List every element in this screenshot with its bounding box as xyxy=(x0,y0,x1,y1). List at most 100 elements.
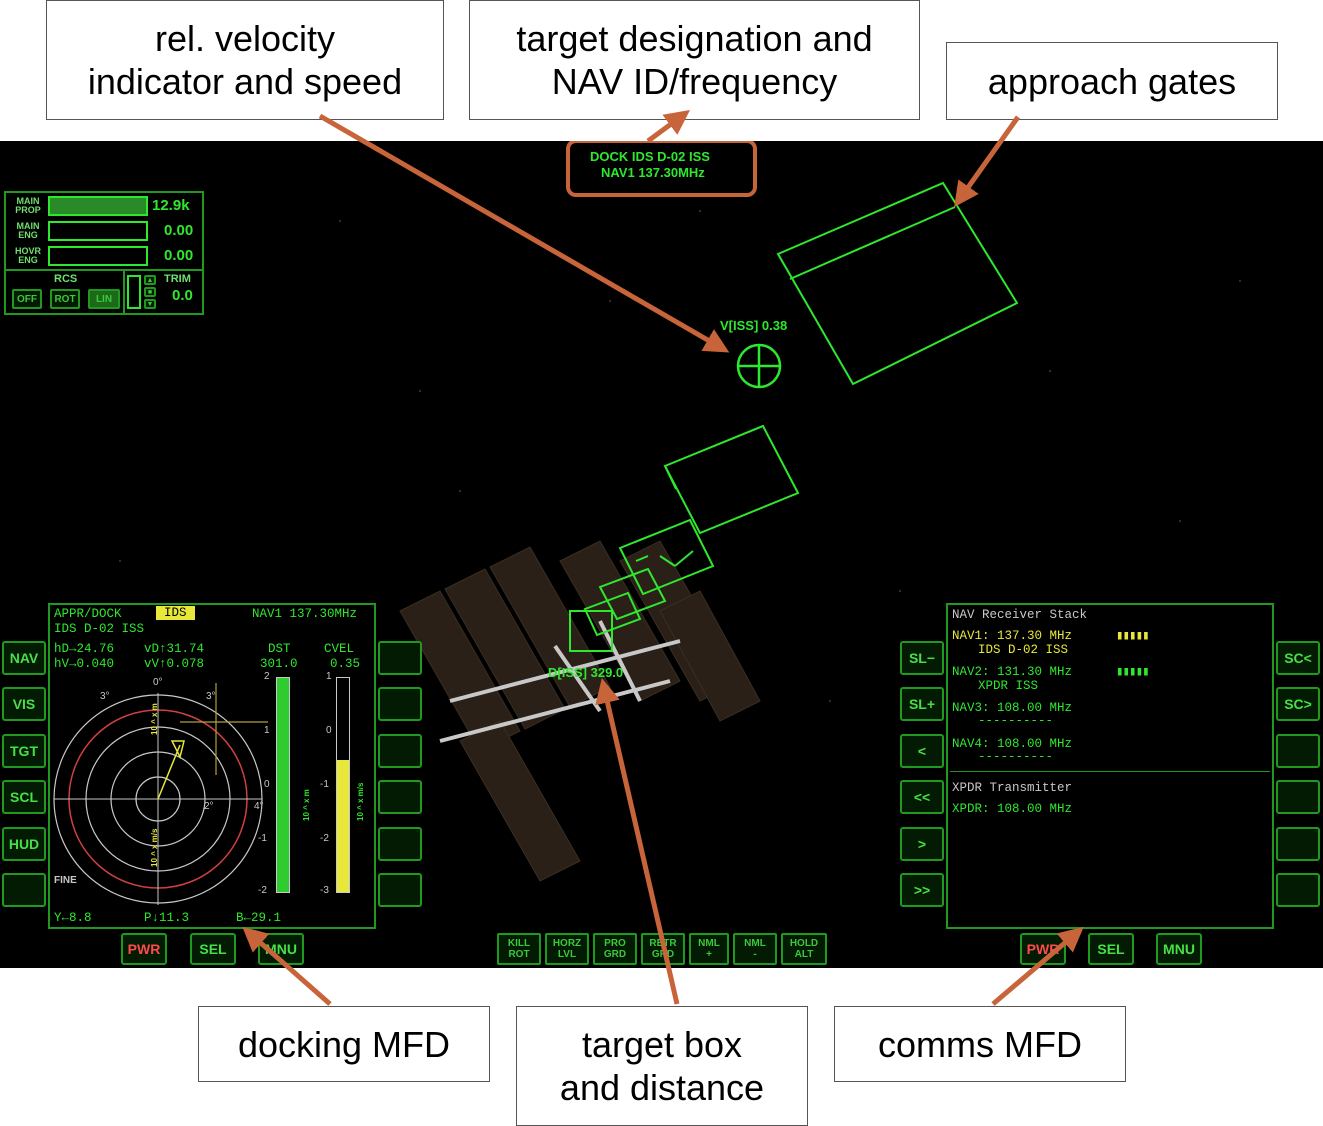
rcs-divider xyxy=(6,269,202,271)
comms-nav1-signal-icon: ▮▮▮▮▮ xyxy=(1116,629,1150,643)
callout-target-designation: target designation and NAV ID/frequency xyxy=(469,0,920,120)
target-designation-line2: NAV1 137.30MHz xyxy=(601,165,705,180)
deg-3-label-left: 3° xyxy=(100,691,110,702)
docking-pwr-button[interactable]: PWR xyxy=(121,933,167,965)
rcs-lin-button[interactable]: LIN xyxy=(88,289,120,309)
docking-mnu-button[interactable]: MNU xyxy=(258,933,304,965)
comms-nav4: NAV4: 108.00 MHz xyxy=(952,737,1073,751)
hovr-eng-value: 0.00 xyxy=(164,247,194,264)
ap-prograde-button[interactable]: PRO GRD xyxy=(593,933,637,965)
callout-rel-velocity: rel. velocity indicator and speed xyxy=(46,0,444,120)
callout-approach-gates: approach gates xyxy=(946,42,1278,120)
dst-gauge xyxy=(276,677,290,893)
comms-divider xyxy=(950,771,1270,772)
callout-comms-mfd: comms MFD xyxy=(834,1006,1126,1082)
dst-tick: 0 xyxy=(264,779,270,790)
comms-right-button-4[interactable] xyxy=(1276,780,1320,814)
hovr-eng-gauge xyxy=(48,246,148,266)
rcs-label: RCS xyxy=(54,273,78,285)
yaw-value: Y←8.8 xyxy=(54,911,92,925)
cvel-axis-unit: 10 ^ x m/s xyxy=(356,782,365,821)
ap-normal-plus-button[interactable]: NML + xyxy=(689,933,729,965)
ap-retrograde-button[interactable]: RETR GRD xyxy=(641,933,685,965)
rcs-off-button[interactable]: OFF xyxy=(12,289,42,309)
main-eng-value: 0.00 xyxy=(164,222,194,239)
mfd-right-button-6[interactable] xyxy=(378,873,422,907)
callout-target-box: target box and distance xyxy=(516,1006,808,1126)
engine-panel: MAIN PROP 12.9k MAIN ENG 0.00 HOVR ENG 0… xyxy=(4,191,204,315)
trim-up-button[interactable]: ▲ xyxy=(144,275,156,285)
main-eng-label: MAIN ENG xyxy=(16,221,40,240)
dst-tick: -1 xyxy=(258,833,267,844)
comms-next-fast-button[interactable]: >> xyxy=(900,873,944,907)
rcs-rot-button[interactable]: ROT xyxy=(50,289,80,309)
deg-0-label: 0° xyxy=(153,677,163,688)
ap-normal-minus-button[interactable]: NML - xyxy=(733,933,777,965)
mfd-hud-button[interactable]: HUD xyxy=(2,827,46,861)
mfd-right-button-2[interactable] xyxy=(378,687,422,721)
mfd-nav-button[interactable]: NAV xyxy=(2,641,46,675)
mfd-right-button-1[interactable] xyxy=(378,641,422,675)
comms-sl-plus-button[interactable]: SL+ xyxy=(900,687,944,721)
comms-right-button-5[interactable] xyxy=(1276,827,1320,861)
trim-label: TRIM xyxy=(164,273,191,285)
comms-nav3: NAV3: 108.00 MHz xyxy=(952,701,1073,715)
cvel-ticks: 1 0 -1 -2 -3 xyxy=(320,671,336,901)
mfd-right-button-5[interactable] xyxy=(378,827,422,861)
comms-nav2: NAV2: 131.30 MHz xyxy=(952,665,1073,679)
ap-kill-rot-button[interactable]: KILL ROT xyxy=(497,933,541,965)
main-prop-fill xyxy=(50,198,146,214)
ap-horz-lvl-button[interactable]: HORZ LVL xyxy=(545,933,589,965)
mfd-tgt-button[interactable]: TGT xyxy=(2,734,46,768)
trim-mid-button[interactable]: ■ xyxy=(144,287,156,297)
axis-unit-ms: 10 ^ x m/s xyxy=(150,828,159,867)
deg-3-label-right: 3° xyxy=(206,691,216,702)
cvel-gauge xyxy=(336,677,350,893)
dst-ticks: 2 1 0 -1 -2 xyxy=(258,671,276,901)
comms-sl-minus-button[interactable]: SL− xyxy=(900,641,944,675)
comms-nav4-id: ---------- xyxy=(978,750,1054,764)
comms-next-button[interactable]: > xyxy=(900,827,944,861)
docking-mfd: APPR/DOCK IDS NAV1 137.30MHz IDS D-02 IS… xyxy=(48,603,376,929)
mfd-right-button-3[interactable] xyxy=(378,734,422,768)
comms-title: NAV Receiver Stack xyxy=(952,608,1088,622)
mfd-right-button-4[interactable] xyxy=(378,780,422,814)
hovr-eng-label: HOVR ENG xyxy=(14,246,41,265)
deg-2-label: 2° xyxy=(204,801,214,812)
velocity-marker-icon xyxy=(736,343,782,389)
cvel-tick: -1 xyxy=(320,779,329,790)
main-prop-value: 12.9k xyxy=(152,197,190,214)
dst-gauge-fill xyxy=(277,678,289,892)
comms-xpdr: XPDR: 108.00 MHz xyxy=(952,802,1073,816)
comms-right-button-3[interactable] xyxy=(1276,734,1320,768)
simulator-screen: DOCK IDS D-02 ISS NAV1 137.30MHz V[ISS] … xyxy=(0,141,1323,968)
comms-prev-fast-button[interactable]: << xyxy=(900,780,944,814)
fine-label: FINE xyxy=(54,875,77,886)
trim-gauge xyxy=(127,275,141,309)
velocity-label: V[ISS] 0.38 xyxy=(720,318,788,333)
mfd-scl-button[interactable]: SCL xyxy=(2,780,46,814)
cvel-gauge-fill xyxy=(337,760,349,892)
comms-nav2-signal-icon: ▮▮▮▮▮ xyxy=(1116,665,1150,679)
comms-prev-button[interactable]: < xyxy=(900,734,944,768)
comms-mnu-button[interactable]: MNU xyxy=(1156,933,1202,965)
cvel-tick: -2 xyxy=(320,833,329,844)
mfd-vis-button[interactable]: VIS xyxy=(2,687,46,721)
comms-sc-next-button[interactable]: SC> xyxy=(1276,687,1320,721)
comms-right-button-6[interactable] xyxy=(1276,873,1320,907)
trim-down-button[interactable]: ▼ xyxy=(144,299,156,309)
comms-sel-button[interactable]: SEL xyxy=(1088,933,1134,965)
approach-gate-far xyxy=(776,181,1019,386)
ap-hold-alt-button[interactable]: HOLD ALT xyxy=(781,933,827,965)
dst-tick: 2 xyxy=(264,671,270,682)
comms-pwr-button[interactable]: PWR xyxy=(1020,933,1066,965)
mfd-blank-button-left[interactable] xyxy=(2,873,46,907)
main-prop-label: MAIN PROP xyxy=(15,196,41,215)
docking-sel-button[interactable]: SEL xyxy=(190,933,236,965)
cvel-tick: 1 xyxy=(326,671,332,682)
comms-xpdr-title: XPDR Transmitter xyxy=(952,781,1073,795)
cvel-tick: -3 xyxy=(320,885,329,896)
comms-sc-prev-button[interactable]: SC< xyxy=(1276,641,1320,675)
trim-value: 0.0 xyxy=(172,287,193,304)
comms-nav3-id: ---------- xyxy=(978,714,1054,728)
